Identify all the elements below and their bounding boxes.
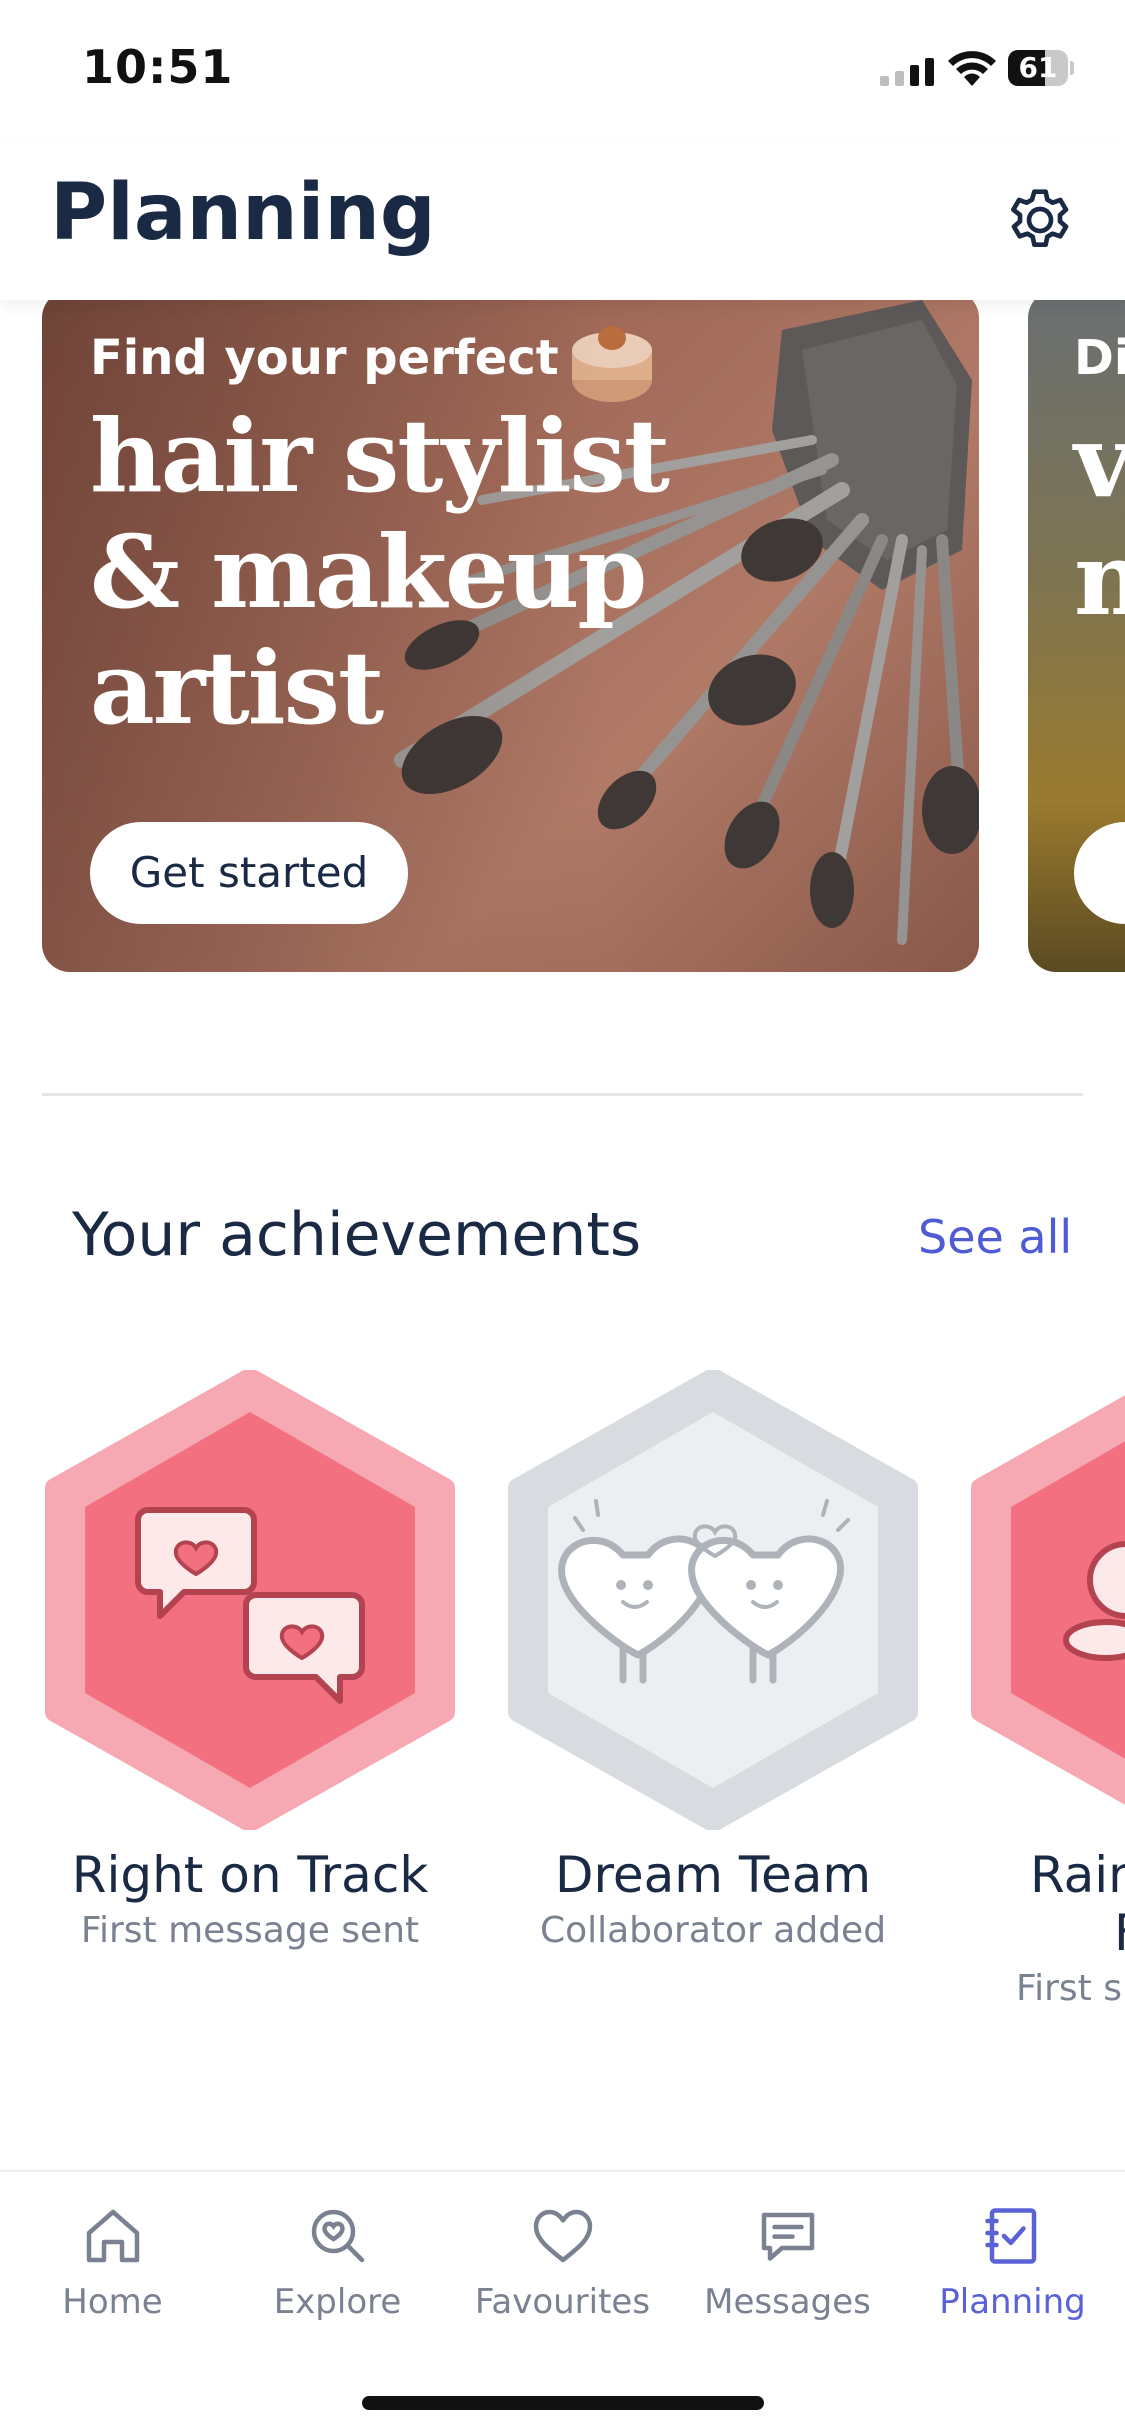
tab-planning[interactable]: Planning	[900, 2200, 1125, 2322]
badge-subtitle: First su	[1016, 1968, 1125, 2009]
see-all-link[interactable]: See all	[918, 1210, 1072, 1264]
badge-subtitle: First message sent	[80, 1910, 420, 1951]
home-indicator	[362, 2396, 764, 2410]
explore-icon	[311, 2209, 364, 2263]
achievements-title: Your achievements	[72, 1200, 642, 1270]
tab-favourites[interactable]: Favourites	[450, 2200, 675, 2322]
badge-title: Dream Team	[554, 1846, 872, 1904]
badge-title: Right on Track	[71, 1846, 429, 1904]
tab-messages[interactable]: Messages	[675, 2200, 900, 2322]
tab-label: Explore	[273, 2282, 402, 2322]
planning-icon	[984, 2208, 1036, 2264]
promo-card-hair-makeup[interactable]: Find your perfect hair stylist & makeup …	[42, 290, 979, 972]
badge-title: Rain	[1030, 1846, 1125, 1904]
promo-button[interactable]	[1074, 822, 1125, 924]
tab-label: Favourites	[474, 2282, 651, 2322]
promo-headline: v n	[1074, 402, 1125, 638]
badge-right-on-track[interactable]: Right on Track First message sent	[20, 1370, 480, 1951]
page-title: Planning	[50, 168, 436, 258]
tab-explore[interactable]: Explore	[225, 2200, 450, 2322]
cellular-signal-icon	[880, 58, 934, 86]
two-hearts-icon	[508, 1370, 918, 1830]
tab-label: Planning	[939, 2282, 1086, 2322]
tab-label: Messages	[704, 2282, 871, 2322]
tab-label: Home	[62, 2282, 163, 2322]
home-icon	[86, 2209, 139, 2263]
section-divider	[42, 1093, 1083, 1096]
badge-subtitle: Collaborator added	[539, 1910, 887, 1951]
get-started-button[interactable]: Get started	[90, 822, 408, 924]
achievements-carousel[interactable]: Right on Track First message sent Dream …	[0, 1370, 1125, 2070]
promo-headline: hair stylist & makeup artist	[90, 397, 670, 747]
gear-icon	[1011, 189, 1069, 248]
promo-carousel[interactable]: Find your perfect hair stylist & makeup …	[0, 290, 1125, 980]
chat-hearts-icon	[45, 1370, 455, 1830]
settings-button[interactable]	[1000, 180, 1080, 260]
party-icon	[971, 1395, 1125, 1805]
battery-icon: 61	[1008, 50, 1074, 86]
heart-icon	[533, 2209, 592, 2263]
badge-title-line2: F	[946, 1904, 1125, 1962]
battery-percent: 61	[1018, 51, 1058, 84]
promo-kicker: Find your perfect	[90, 330, 559, 386]
status-bar: 10:51 61	[0, 0, 1125, 140]
app-header: Planning	[0, 140, 1125, 300]
wifi-icon	[948, 51, 996, 86]
promo-kicker: Di	[1074, 330, 1125, 386]
badge-rain[interactable]: Rain F First su	[946, 1370, 1125, 2009]
status-time: 10:51	[82, 40, 234, 94]
promo-card-next[interactable]: Di v n	[1028, 290, 1125, 972]
badge-dream-team[interactable]: Dream Team Collaborator added	[483, 1370, 943, 1951]
tab-home[interactable]: Home	[0, 2200, 225, 2322]
messages-icon	[761, 2212, 814, 2261]
